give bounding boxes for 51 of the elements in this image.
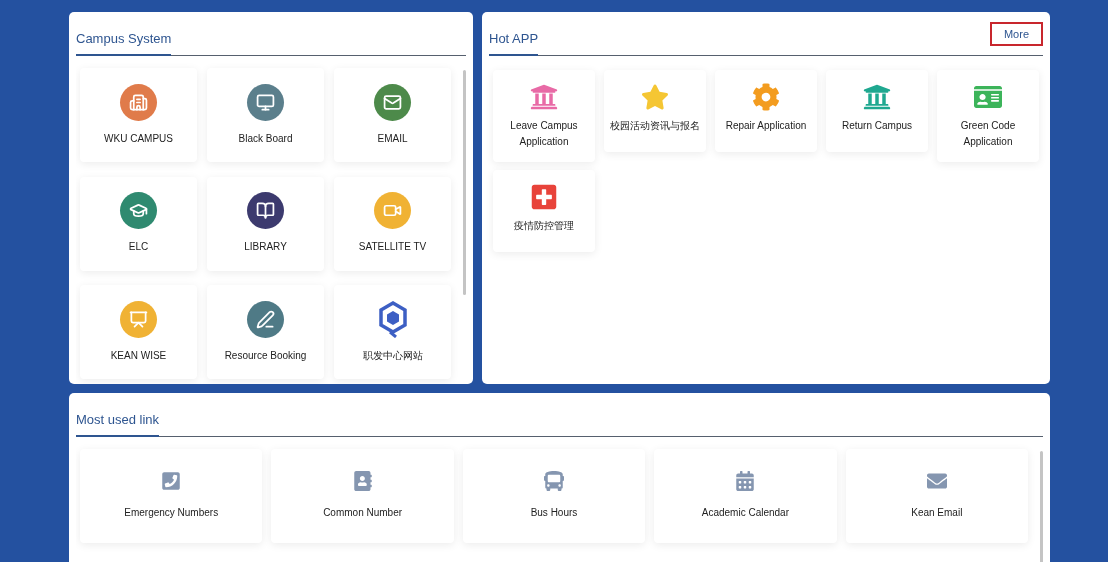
- app-label: Return Campus: [842, 119, 912, 133]
- app-label: Resource Booking: [224, 348, 307, 363]
- app-label: ELC: [128, 240, 149, 255]
- more-link[interactable]: More: [989, 21, 1043, 46]
- app-label: SATELLITE TV: [358, 240, 427, 255]
- app-tile[interactable]: SATELLITE TV: [334, 176, 451, 271]
- panel-title: Campus System: [76, 25, 172, 56]
- app-tile[interactable]: LIBRARY: [207, 176, 324, 271]
- link-label: Kean Email: [911, 506, 963, 520]
- app-label: KEAN WISE: [110, 348, 167, 363]
- scrollbar[interactable]: [1040, 451, 1043, 562]
- link-tile[interactable]: Bus Hours: [462, 449, 646, 543]
- link-tile[interactable]: Kean Email: [845, 449, 1028, 543]
- app-tile[interactable]: Resource Booking: [207, 285, 324, 380]
- link-label: Academic Calendar: [701, 506, 789, 520]
- app-label: Leave Campus Application: [509, 119, 579, 149]
- app-tile[interactable]: 校园活动资讯与报名: [604, 70, 706, 152]
- app-tile[interactable]: 疫情防控管理: [493, 170, 595, 252]
- app-label: 校园活动资讯与报名: [610, 119, 700, 133]
- link-label: Emergency Numbers: [124, 506, 219, 520]
- app-tile[interactable]: Green Code Application: [937, 70, 1039, 162]
- app-tile[interactable]: Leave Campus Application: [493, 70, 595, 162]
- contact-book-icon: [352, 471, 373, 491]
- app-label: Repair Application: [725, 119, 807, 133]
- panel-title: Most used link: [76, 406, 160, 437]
- app-tile[interactable]: ELC: [80, 176, 197, 271]
- panel-title: Hot APP: [489, 25, 539, 56]
- app-label: LIBRARY: [244, 240, 287, 255]
- app-label: Green Code Application: [959, 119, 1017, 149]
- scrollbar[interactable]: [463, 70, 466, 295]
- link-tile[interactable]: Academic Calendar: [654, 449, 837, 543]
- app-tile[interactable]: EMAIL: [334, 68, 451, 162]
- app-label: 职发中心网站: [362, 348, 423, 363]
- app-label: EMAIL: [377, 131, 408, 146]
- link-tile[interactable]: Common Number: [271, 449, 454, 543]
- app-tile[interactable]: WKU CAMPUS: [80, 68, 197, 162]
- link-tile[interactable]: Emergency Numbers: [80, 449, 263, 543]
- app-tile[interactable]: Black Board: [207, 68, 324, 162]
- app-tile[interactable]: KEAN WISE: [80, 285, 197, 380]
- calendar-icon: [735, 471, 756, 491]
- bus-icon: [544, 471, 564, 491]
- app-tile[interactable]: 职发中心网站: [334, 285, 451, 380]
- link-label: Bus Hours: [530, 506, 578, 520]
- app-tile[interactable]: Return Campus: [826, 70, 928, 152]
- app-tile[interactable]: Repair Application: [715, 70, 817, 152]
- app-label: WKU CAMPUS: [104, 131, 173, 146]
- phone-icon: [161, 471, 182, 491]
- link-label: Common Number: [323, 506, 403, 520]
- app-label: Black Board: [238, 131, 293, 146]
- envelope-icon: [926, 471, 947, 491]
- app-label: 疫情防控管理: [514, 219, 574, 233]
